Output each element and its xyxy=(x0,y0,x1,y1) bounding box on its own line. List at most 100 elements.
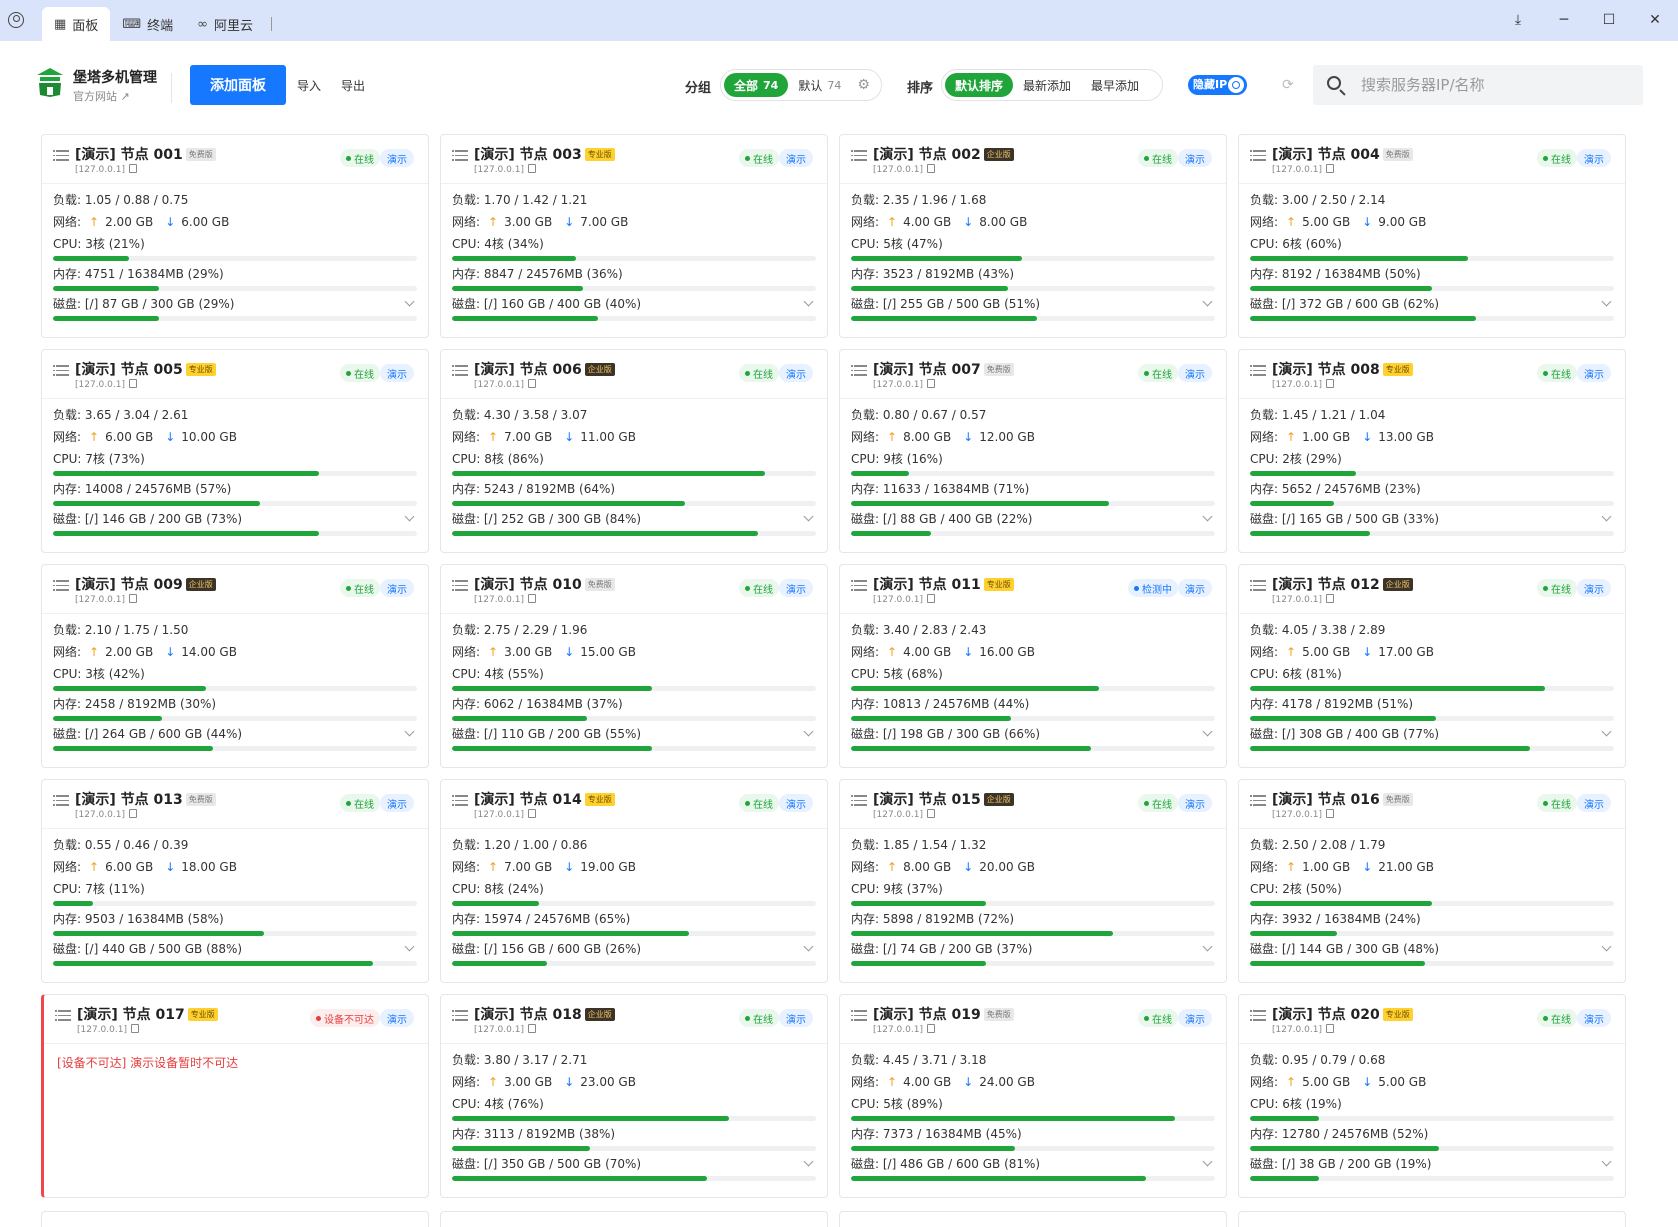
copy-icon[interactable] xyxy=(926,594,935,603)
copy-icon[interactable] xyxy=(130,1024,139,1033)
group-all[interactable]: 全部 74 xyxy=(724,73,789,97)
node-card[interactable]: [演示] 节点 018 企业版 [127.0.0.1] 在线 演示 负载: 3.8… xyxy=(440,994,828,1198)
demo-tag[interactable]: 演示 xyxy=(1577,149,1611,167)
refresh-icon[interactable]: ⟳ xyxy=(1282,77,1294,93)
copy-icon[interactable] xyxy=(527,379,536,388)
demo-tag[interactable]: 演示 xyxy=(1577,579,1611,597)
node-card[interactable]: [演示] 节点 007 免费版 [127.0.0.1] 在线 演示 负载: 0.8… xyxy=(839,349,1227,553)
drag-handle-icon[interactable] xyxy=(56,150,69,161)
node-card[interactable]: [演示] 节点 010 免费版 [127.0.0.1] 在线 演示 负载: 2.7… xyxy=(440,564,828,768)
copy-icon[interactable] xyxy=(1325,594,1334,603)
node-name[interactable]: [演示] 节点 003 专业版 xyxy=(474,144,615,164)
copy-icon[interactable] xyxy=(926,809,935,818)
sort-default[interactable]: 默认排序 xyxy=(945,73,1014,97)
sort-oldest[interactable]: 最早添加 xyxy=(1081,73,1149,97)
download-icon[interactable]: ⤓ xyxy=(1508,10,1528,30)
drag-handle-icon[interactable] xyxy=(455,150,468,161)
demo-tag[interactable]: 演示 xyxy=(779,794,813,812)
node-name[interactable]: [演示] 节点 012 企业版 xyxy=(1272,574,1413,594)
node-card[interactable]: [演示] 节点 009 企业版 [127.0.0.1] 在线 演示 负载: 2.1… xyxy=(41,564,429,768)
copy-icon[interactable] xyxy=(1325,379,1334,388)
demo-tag[interactable]: 演示 xyxy=(1577,794,1611,812)
official-site-link[interactable]: 官方网站 ↗ xyxy=(73,88,130,104)
demo-tag[interactable]: 演示 xyxy=(1577,364,1611,382)
drag-handle-icon[interactable] xyxy=(854,150,867,161)
drag-handle-icon[interactable] xyxy=(56,795,69,806)
node-card[interactable]: [演示] 节点 005 专业版 [127.0.0.1] 在线 演示 负载: 3.6… xyxy=(41,349,429,553)
node-card[interactable]: [演示] 节点 017 专业版 [127.0.0.1] 设备不可达 演示 [设备不… xyxy=(41,994,429,1198)
node-name[interactable]: [演示] 节点 016 免费版 xyxy=(1272,789,1413,809)
user-icon[interactable] xyxy=(8,12,24,28)
sort-newest[interactable]: 最新添加 xyxy=(1013,73,1081,97)
drag-handle-icon[interactable] xyxy=(455,1010,468,1021)
demo-tag[interactable]: 演示 xyxy=(1178,794,1212,812)
tab-terminal[interactable]: ⌨ 终端 xyxy=(110,7,185,41)
node-card[interactable]: [演示] 节点 004 免费版 [127.0.0.1] 在线 演示 负载: 3.0… xyxy=(1238,134,1626,338)
demo-tag[interactable]: 演示 xyxy=(380,1009,414,1027)
drag-handle-icon[interactable] xyxy=(854,1010,867,1021)
demo-tag[interactable]: 演示 xyxy=(380,579,414,597)
demo-tag[interactable]: 演示 xyxy=(380,364,414,382)
drag-handle-icon[interactable] xyxy=(854,795,867,806)
drag-handle-icon[interactable] xyxy=(455,365,468,376)
copy-icon[interactable] xyxy=(1325,1024,1334,1033)
demo-tag[interactable]: 演示 xyxy=(779,364,813,382)
node-name[interactable]: [演示] 节点 001 免费版 xyxy=(75,144,216,164)
copy-icon[interactable] xyxy=(926,379,935,388)
demo-tag[interactable]: 演示 xyxy=(779,579,813,597)
node-name[interactable]: [演示] 节点 010 免费版 xyxy=(474,574,615,594)
demo-tag[interactable]: 演示 xyxy=(1178,149,1212,167)
node-name[interactable]: [演示] 节点 018 企业版 xyxy=(474,1004,615,1024)
copy-icon[interactable] xyxy=(128,164,137,173)
node-name[interactable]: [演示] 节点 008 专业版 xyxy=(1272,359,1413,379)
node-name[interactable]: [演示] 节点 014 专业版 xyxy=(474,789,615,809)
copy-icon[interactable] xyxy=(527,1024,536,1033)
node-card[interactable]: [演示] 节点 014 专业版 [127.0.0.1] 在线 演示 负载: 1.2… xyxy=(440,779,828,983)
node-card[interactable]: [演示] 节点 015 企业版 [127.0.0.1] 在线 演示 负载: 1.8… xyxy=(839,779,1227,983)
demo-tag[interactable]: 演示 xyxy=(1178,364,1212,382)
node-card[interactable]: [演示] 节点 003 专业版 [127.0.0.1] 在线 演示 负载: 1.7… xyxy=(440,134,828,338)
demo-tag[interactable]: 演示 xyxy=(779,1009,813,1027)
group-default[interactable]: 默认 74 xyxy=(788,73,851,97)
demo-tag[interactable]: 演示 xyxy=(1577,1009,1611,1027)
node-name[interactable]: [演示] 节点 004 免费版 xyxy=(1272,144,1413,164)
tab-aliyun[interactable]: ∞ 阿里云 xyxy=(185,7,265,41)
drag-handle-icon[interactable] xyxy=(1253,580,1266,591)
node-name[interactable]: [演示] 节点 002 企业版 xyxy=(873,144,1014,164)
node-card[interactable]: [演示] 节点 012 企业版 [127.0.0.1] 在线 演示 负载: 4.0… xyxy=(1238,564,1626,768)
node-card[interactable]: [演示] 节点 011 专业版 [127.0.0.1] 检测中 演示 负载: 3.… xyxy=(839,564,1227,768)
demo-tag[interactable]: 演示 xyxy=(380,794,414,812)
hide-ip-toggle[interactable]: 隐藏IP xyxy=(1188,75,1247,95)
drag-handle-icon[interactable] xyxy=(56,580,69,591)
demo-tag[interactable]: 演示 xyxy=(380,149,414,167)
demo-tag[interactable]: 演示 xyxy=(779,149,813,167)
node-name[interactable]: [演示] 节点 009 企业版 xyxy=(75,574,216,594)
node-name[interactable]: [演示] 节点 013 免费版 xyxy=(75,789,216,809)
copy-icon[interactable] xyxy=(527,164,536,173)
drag-handle-icon[interactable] xyxy=(455,580,468,591)
node-card[interactable]: [演示] 节点 013 免费版 [127.0.0.1] 在线 演示 负载: 0.5… xyxy=(41,779,429,983)
gear-icon[interactable]: ⚙ xyxy=(851,77,878,93)
node-card[interactable]: [演示] 节点 020 专业版 [127.0.0.1] 在线 演示 负载: 0.9… xyxy=(1238,994,1626,1198)
close-icon[interactable]: ✕ xyxy=(1645,10,1665,30)
node-card[interactable]: [演示] 节点 002 企业版 [127.0.0.1] 在线 演示 负载: 2.3… xyxy=(839,134,1227,338)
node-name[interactable]: [演示] 节点 011 专业版 xyxy=(873,574,1014,594)
import-button[interactable]: 导入 xyxy=(297,77,321,94)
node-name[interactable]: [演示] 节点 007 免费版 xyxy=(873,359,1014,379)
drag-handle-icon[interactable] xyxy=(455,795,468,806)
node-name[interactable]: [演示] 节点 006 企业版 xyxy=(474,359,615,379)
copy-icon[interactable] xyxy=(128,594,137,603)
drag-handle-icon[interactable] xyxy=(1253,1010,1266,1021)
copy-icon[interactable] xyxy=(926,1024,935,1033)
copy-icon[interactable] xyxy=(926,164,935,173)
drag-handle-icon[interactable] xyxy=(1253,150,1266,161)
drag-handle-icon[interactable] xyxy=(854,580,867,591)
demo-tag[interactable]: 演示 xyxy=(1178,579,1212,597)
node-card[interactable]: [演示] 节点 006 企业版 [127.0.0.1] 在线 演示 负载: 4.3… xyxy=(440,349,828,553)
minimize-icon[interactable]: ─ xyxy=(1554,10,1574,30)
drag-handle-icon[interactable] xyxy=(58,1010,71,1021)
node-name[interactable]: [演示] 节点 017 专业版 xyxy=(77,1004,218,1024)
search-input[interactable] xyxy=(1361,65,1631,105)
node-card[interactable]: [演示] 节点 001 免费版 [127.0.0.1] 在线 演示 负载: 1.0… xyxy=(41,134,429,338)
add-panel-button[interactable]: 添加面板 xyxy=(190,65,286,105)
